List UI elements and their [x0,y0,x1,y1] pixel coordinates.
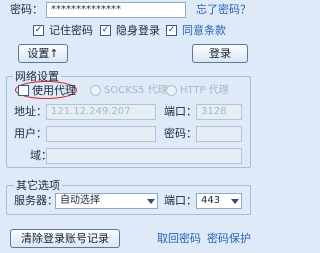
http-radio[interactable] [166,85,177,96]
password-label: 密码： [10,3,43,16]
retrieve-password-link[interactable]: 取回密码 [157,232,201,246]
chevron-down-icon [147,199,155,204]
login-button[interactable]: 登录 [192,44,248,63]
use-proxy-option[interactable]: ✓ 使用代理 [18,84,76,98]
address-field[interactable]: 121.12.249.207 [46,104,156,120]
proxy-port-field[interactable]: 3128 [196,104,242,120]
server-select[interactable]: 自动选择 [55,193,158,209]
remember-password-checkbox[interactable]: ✓ [33,25,44,36]
invisible-login-checkbox[interactable]: ✓ [100,25,111,36]
server-port-select[interactable]: 443 [196,193,242,209]
socks5-label: SOCKS5 代理 [104,85,168,96]
domain-field[interactable] [46,148,242,164]
address-label: 地址： [14,105,47,118]
server-label: 服务器： [14,194,58,207]
password-field[interactable]: ************** [46,2,186,18]
settings-button[interactable]: 设置↑ [18,44,68,63]
chevron-down-icon [231,199,239,204]
socks5-option[interactable]: SOCKS5 代理 [90,84,168,98]
remember-password-label: 记住密码 [49,24,93,37]
server-port-value: 443 [201,195,221,206]
socks5-radio[interactable] [90,85,101,96]
forgot-password-link[interactable]: 忘了密码？ [196,3,251,17]
user-label: 用户： [14,127,47,140]
use-proxy-checkbox[interactable]: ✓ [18,85,29,96]
password-protection-link[interactable]: 密码保护 [207,232,251,246]
proxy-password-label: 密码： [164,127,197,140]
server-port-label: 端口： [164,194,197,207]
server-select-value: 自动选择 [60,195,100,206]
http-label: HTTP 代理 [180,85,229,96]
agree-terms-checkbox[interactable]: ✓ [166,25,177,36]
agree-terms-option[interactable]: ✓ 同意条款 [166,24,246,38]
http-option[interactable]: HTTP 代理 [166,84,240,98]
user-field[interactable] [46,126,156,142]
proxy-port-label: 端口： [164,105,197,118]
proxy-password-field[interactable] [196,126,242,142]
invisible-login-label: 隐身登录 [116,24,160,37]
agree-terms-link[interactable]: 同意条款 [182,24,226,38]
use-proxy-label: 使用代理 [32,84,76,97]
clear-login-records-button[interactable]: 清除登录账号记录 [10,229,120,248]
other-options-title: 其它选项 [14,179,62,192]
